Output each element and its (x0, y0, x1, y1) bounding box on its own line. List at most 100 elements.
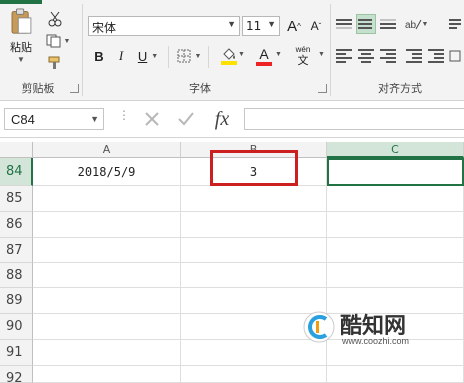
cell-c88[interactable] (327, 263, 464, 288)
merge-icon (449, 50, 461, 62)
row-header-92[interactable]: 92 (0, 366, 33, 383)
cell-a89[interactable] (33, 288, 181, 314)
cell-c85[interactable] (327, 186, 464, 212)
column-header-c[interactable]: C (327, 142, 464, 158)
chevron-down-icon[interactable]: ▼ (275, 51, 282, 58)
wrap-text-icon (449, 17, 461, 31)
row-header-88[interactable]: 88 (0, 263, 33, 288)
cell-a90[interactable] (33, 314, 181, 340)
cell-c86[interactable] (327, 212, 464, 238)
confirm-entry-button[interactable] (172, 108, 200, 130)
orientation-button[interactable]: ab ▼ (402, 14, 430, 34)
row-header-85[interactable]: 85 (0, 186, 33, 212)
paste-dropdown-icon[interactable]: ▼ (17, 55, 25, 64)
font-color-button[interactable]: A (252, 44, 276, 68)
cell-b87[interactable] (181, 238, 327, 263)
formula-input[interactable] (244, 108, 464, 130)
insert-function-button[interactable]: fx (206, 107, 238, 131)
align-center-button[interactable] (356, 46, 376, 66)
watermark-url: www.coozhi.com (342, 336, 410, 346)
cell-c84-selected[interactable] (327, 158, 464, 186)
cell-a88[interactable] (33, 263, 181, 288)
copy-dropdown-icon[interactable]: ▼ (64, 38, 71, 45)
chevron-down-icon[interactable]: ▼ (238, 51, 245, 58)
increase-indent-button[interactable] (426, 46, 446, 66)
fill-color-swatch (221, 61, 237, 65)
row-header-84[interactable]: 84 (0, 158, 33, 186)
cell-a84[interactable]: 2018/5/9 (33, 158, 181, 186)
paste-button[interactable]: 粘贴 ▼ (6, 8, 36, 64)
fill-bucket-icon (223, 48, 235, 60)
separator (82, 4, 83, 96)
cell-a87[interactable] (33, 238, 181, 263)
font-dialog-launcher[interactable] (318, 84, 327, 93)
name-box[interactable]: C84 ▼ (4, 108, 104, 130)
align-right-button[interactable] (378, 46, 398, 66)
decrease-indent-button[interactable] (404, 46, 424, 66)
underline-button[interactable]: U ▼ (134, 46, 162, 66)
font-name-select[interactable]: 宋体 ▼ (88, 16, 240, 36)
row-header-91[interactable]: 91 (0, 340, 33, 366)
wrap-text-button[interactable] (448, 14, 462, 34)
cell-b92[interactable] (181, 366, 327, 383)
chevron-down-icon: ▼ (227, 19, 236, 29)
borders-icon (177, 49, 191, 63)
format-painter-icon (48, 56, 60, 69)
cell-b85[interactable] (181, 186, 327, 212)
chevron-down-icon: ▼ (421, 20, 429, 28)
increase-font-button[interactable]: A ^ (284, 16, 304, 36)
chevron-down-icon[interactable]: ▼ (90, 114, 99, 124)
chevron-down-icon[interactable]: ▼ (318, 51, 325, 58)
row-header-87[interactable]: 87 (0, 238, 33, 263)
column-header-a[interactable]: A (33, 142, 181, 158)
orientation-icon: ab (405, 19, 421, 31)
bottom-align-button[interactable] (378, 14, 398, 34)
file-tab-accent[interactable] (0, 0, 42, 4)
cell-c92[interactable] (327, 366, 464, 383)
scissors-icon (48, 11, 62, 27)
borders-button[interactable]: ▼ (174, 46, 204, 66)
cell-a85[interactable] (33, 186, 181, 212)
row-header-89[interactable]: 89 (0, 288, 33, 314)
bold-button[interactable]: B (90, 46, 108, 66)
copy-button[interactable]: ▼ (44, 32, 72, 50)
row-header-90[interactable]: 90 (0, 314, 33, 340)
cell-b88[interactable] (181, 263, 327, 288)
decrease-font-button[interactable]: Aˇ (306, 16, 326, 36)
clipboard-dialog-launcher[interactable] (70, 84, 79, 93)
cell-b86[interactable] (181, 212, 327, 238)
chevron-down-icon: ▼ (151, 52, 159, 60)
phonetic-top-text: wén (295, 45, 311, 54)
highlight-box (210, 150, 298, 186)
font-size-select[interactable]: 11 ▼ (242, 16, 280, 36)
italic-button[interactable]: I (112, 46, 130, 66)
column-a-label: A (102, 143, 111, 156)
cell-a84-value: 2018/5/9 (77, 165, 136, 179)
cell-c87[interactable] (327, 238, 464, 263)
function-icon: fx (214, 107, 230, 130)
cancel-entry-button[interactable] (138, 108, 166, 130)
cell-a92[interactable] (33, 366, 181, 383)
middle-align-button[interactable] (356, 14, 376, 34)
paste-icon (11, 8, 32, 34)
coozhi-logo-icon (303, 311, 335, 343)
select-all-corner[interactable] (0, 142, 33, 158)
formula-bar-splitter[interactable]: ⋮ (118, 109, 130, 127)
merge-center-button[interactable] (448, 46, 462, 66)
cut-button[interactable] (44, 10, 66, 28)
cell-a86[interactable] (33, 212, 181, 238)
separator (208, 46, 209, 68)
format-painter-button[interactable] (44, 54, 66, 72)
row-header-86[interactable]: 86 (0, 212, 33, 238)
phonetic-guide-button[interactable]: wén 文 (290, 42, 316, 70)
align-left-button[interactable] (334, 46, 354, 66)
cell-a91[interactable] (33, 340, 181, 366)
italic-glyph: I (118, 48, 124, 63)
phonetic-bottom-text: 文 (297, 55, 309, 67)
row-92-label: 92 (6, 371, 23, 383)
align-left-icon (336, 47, 352, 65)
row-88-label: 88 (6, 268, 23, 283)
copy-icon (46, 34, 61, 48)
top-align-button[interactable] (334, 14, 354, 34)
separator (168, 46, 169, 68)
